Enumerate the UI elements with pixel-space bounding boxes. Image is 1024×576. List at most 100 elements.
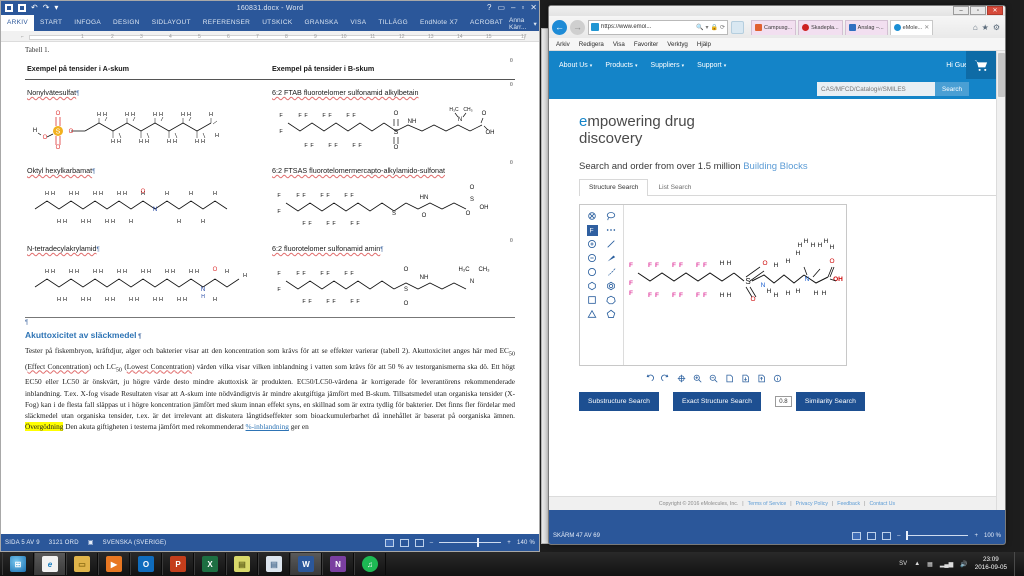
word-window-controls[interactable]: ? ▭ – ▫ ✕: [487, 1, 537, 15]
show-desktop-button[interactable]: [1014, 552, 1020, 576]
refresh-icon[interactable]: ⟳: [720, 24, 725, 31]
footer-link-terms[interactable]: Terms of Service: [748, 501, 787, 507]
taskbar-excel[interactable]: X: [194, 553, 226, 575]
word-account[interactable]: Anna Kärr... ▾: [509, 17, 539, 31]
ruler-tab-marker[interactable]: ⌐: [21, 34, 24, 40]
footer-link-feedback[interactable]: Feedback: [837, 501, 860, 507]
taskbar-document[interactable]: ▤: [258, 553, 290, 575]
ribbon-tab-tillagg[interactable]: TILLÄGG: [372, 15, 414, 31]
shopping-cart-icon[interactable]: [966, 51, 996, 79]
zoom-in-button[interactable]: +: [507, 540, 511, 546]
maximize-button[interactable]: ▫: [521, 1, 524, 15]
status-page[interactable]: SIDA 5 AV 9: [5, 540, 40, 546]
undo-icon[interactable]: ↶: [31, 4, 38, 12]
structure-canvas[interactable]: FFF FF FF FF FF FF FF HH HH S O O N H H …: [624, 205, 846, 365]
circle-tool-icon[interactable]: [587, 267, 598, 278]
remove-charge-icon[interactable]: [587, 253, 598, 264]
ribbon-tab-design[interactable]: DESIGN: [107, 15, 146, 31]
erase-atom-icon[interactable]: [587, 211, 598, 222]
import-file-icon[interactable]: [741, 370, 750, 383]
taskbar-sticky-notes[interactable]: ▤: [226, 553, 258, 575]
hexagon-tool-icon[interactable]: [587, 281, 598, 292]
back-arrow-icon[interactable]: ←: [552, 19, 567, 35]
tools-gear-icon[interactable]: ⚙: [993, 23, 1000, 32]
taskbar-word[interactable]: W: [290, 553, 322, 575]
zoom-in-icon[interactable]: [693, 370, 702, 383]
clock[interactable]: 23:09 2016-09-05: [975, 556, 1007, 572]
close-button[interactable]: ✕: [987, 6, 1003, 15]
more-atoms-icon[interactable]: [605, 225, 616, 236]
browser-tab-skadepla[interactable]: Skadepla...: [798, 19, 843, 35]
help-icon[interactable]: ?: [487, 1, 491, 15]
scrollbar-thumb[interactable]: [998, 53, 1005, 97]
page-scrollbar[interactable]: [996, 51, 1005, 510]
zoom-in-button[interactable]: +: [974, 533, 978, 539]
status-word-count[interactable]: 3121 ORD: [49, 540, 79, 546]
address-bar[interactable]: https://www.emol... 🔍 ▾ 🔒 ⟳: [588, 19, 728, 35]
print-layout-icon[interactable]: [867, 531, 877, 540]
nav-about-us[interactable]: About Us ▾: [559, 62, 592, 69]
zoom-slider[interactable]: [906, 531, 969, 540]
ie-toolbar-icons[interactable]: ⌂ ★ ⚙: [973, 23, 1002, 32]
footer-link-privacy[interactable]: Privacy Policy: [796, 501, 828, 507]
forward-arrow-icon[interactable]: →: [570, 19, 585, 35]
ribbon-tab-utskick[interactable]: UTSKICK: [256, 15, 298, 31]
close-button[interactable]: ✕: [530, 1, 537, 15]
search-button[interactable]: Search: [935, 82, 969, 96]
triangle-tool-icon[interactable]: [587, 309, 598, 320]
site-search-bar[interactable]: Search: [549, 79, 1005, 99]
body-text-run[interactable]: %-inblandning: [246, 422, 289, 431]
browser-tab-campusg[interactable]: Campusg...: [751, 19, 797, 35]
lasso-select-icon[interactable]: [605, 211, 616, 222]
web-layout-icon[interactable]: [882, 531, 892, 540]
ribbon-tab-start[interactable]: START: [34, 15, 68, 31]
search-buttons-row[interactable]: Substructure Search Exact Structure Sear…: [579, 392, 1005, 411]
word-status-bar[interactable]: SIDA 5 AV 9 3121 ORD ▣ SVENSKA (SVERIGE)…: [1, 534, 539, 551]
tab-list-search[interactable]: List Search: [648, 179, 701, 195]
similarity-group[interactable]: 0.8 Similarity Search: [774, 392, 865, 411]
status-right-group[interactable]: – + 140 %: [384, 538, 535, 547]
tray-expand-icon[interactable]: ▲: [914, 561, 920, 567]
signal-icon[interactable]: ▂▄▆: [940, 561, 953, 568]
zoom-level[interactable]: 140 %: [517, 540, 535, 546]
ribbon-tab-endnote[interactable]: EndNote X7: [414, 15, 464, 31]
export-file-icon[interactable]: [757, 370, 766, 383]
info-icon[interactable]: [773, 370, 782, 383]
square-tool-icon[interactable]: [587, 295, 598, 306]
home-icon[interactable]: ⌂: [973, 23, 978, 32]
redo-icon[interactable]: [660, 370, 670, 382]
address-url[interactable]: https://www.emol...: [601, 24, 694, 30]
favorites-star-icon[interactable]: ★: [982, 23, 989, 32]
taskbar-spotify[interactable]: ♫: [354, 553, 386, 575]
internet-explorer-window[interactable]: – ▫ ✕ ← → https://www.emol... 🔍 ▾ 🔒 ⟳ Ca…: [548, 5, 1006, 545]
ribbon-tab-acrobat[interactable]: ACROBAT: [464, 15, 509, 31]
zoom-slider[interactable]: [439, 538, 502, 547]
ribbon-tab-infoga[interactable]: INFOGA: [68, 15, 107, 31]
ribbon-tab-arkiv[interactable]: ARKIV: [1, 15, 35, 31]
windows-taskbar[interactable]: ⊞ e ▭ ▶ O P X ▤ ▤ W N ♫ SV ▲ ▦ ▂▄▆ 🔊 23:…: [0, 552, 1024, 576]
network-icon[interactable]: ▦: [927, 561, 933, 568]
ie-navigation-bar[interactable]: ← → https://www.emol... 🔍 ▾ 🔒 ⟳ Campusg.…: [549, 16, 1005, 38]
qat-more-icon[interactable]: ▾: [54, 4, 58, 12]
redo-icon[interactable]: ↷: [43, 4, 50, 12]
exact-structure-search-button[interactable]: Exact Structure Search: [672, 392, 761, 411]
zoom-out-button[interactable]: –: [897, 533, 900, 539]
search-input[interactable]: [817, 82, 936, 96]
taskbar-file-explorer[interactable]: ▭: [66, 553, 98, 575]
menu-arkiv[interactable]: Arkiv: [556, 41, 570, 48]
quick-access-toolbar[interactable]: ↶ ↷ ▾: [1, 4, 58, 12]
structure-editor[interactable]: F F F F F F F F F F F F F F F F H H H H …: [579, 204, 847, 366]
close-tab-icon[interactable]: ✕: [924, 24, 929, 31]
similarity-search-button[interactable]: Similarity Search: [795, 392, 865, 411]
minimize-button[interactable]: –: [511, 1, 515, 15]
taskbar-media-player[interactable]: ▶: [98, 553, 130, 575]
ie-menu-bar[interactable]: Arkiv Redigera Visa Favoriter Verktyg Hj…: [549, 38, 1005, 51]
proofing-icon[interactable]: ▣: [88, 539, 94, 546]
status-language[interactable]: SVENSKA (SVERIGE): [103, 540, 167, 546]
menu-redigera[interactable]: Redigera: [579, 41, 604, 48]
volume-icon[interactable]: 🔊: [960, 561, 967, 568]
browser-tab-anslag[interactable]: Anslag –...: [844, 19, 888, 35]
system-tray[interactable]: SV ▲ ▦ ▂▄▆ 🔊 23:09 2016-09-05: [899, 552, 1024, 576]
search-icon[interactable]: 🔍: [696, 24, 703, 31]
menu-visa[interactable]: Visa: [613, 41, 625, 48]
